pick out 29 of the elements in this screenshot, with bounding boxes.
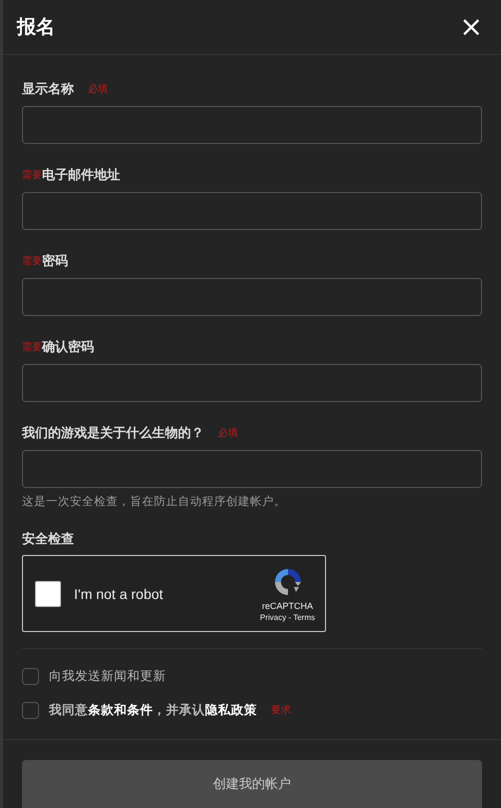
required-tag: 需要 bbox=[22, 340, 42, 354]
checkbox[interactable] bbox=[22, 702, 39, 718]
captcha-label: I'm not a robot bbox=[74, 586, 164, 602]
captcha-brand: reCAPTCHA bbox=[262, 600, 314, 610]
close-button[interactable]: × bbox=[456, 13, 487, 41]
field-label: 密码 bbox=[42, 252, 68, 270]
input-field[interactable] bbox=[22, 278, 482, 316]
create-account-button[interactable]: 创建我的帐户 bbox=[22, 760, 482, 808]
required-tag: 需要 bbox=[22, 168, 42, 182]
section-label: 安全检查 bbox=[22, 530, 75, 548]
field-label: 电子邮件地址 bbox=[42, 167, 120, 184]
captcha-links[interactable]: Privacy - Terms bbox=[260, 612, 315, 622]
input-field[interactable] bbox=[22, 450, 482, 488]
checkbox-label: 我同意条款和条件，并承认隐私政策 bbox=[49, 702, 257, 718]
required-tag: 要求 bbox=[271, 703, 291, 717]
required-tag: 必填 bbox=[218, 426, 238, 440]
input-field[interactable] bbox=[22, 364, 482, 402]
dialog-title: 报名 bbox=[17, 15, 55, 40]
field-hint: 这是一次安全检查，旨在防止自动程序创建帐户。 bbox=[22, 494, 287, 509]
checkbox-label: 向我发送新闻和更新 bbox=[49, 668, 166, 684]
field-label: 我们的游戏是关于什么生物的？ bbox=[22, 424, 204, 442]
required-tag: 需要 bbox=[22, 254, 42, 268]
input-field[interactable] bbox=[22, 106, 482, 144]
field-label: 确认密码 bbox=[42, 338, 94, 356]
captcha-checkbox[interactable] bbox=[35, 580, 61, 606]
checkbox[interactable] bbox=[22, 668, 39, 684]
field-label: 显示名称 bbox=[22, 81, 74, 98]
input-field[interactable] bbox=[22, 192, 482, 230]
required-tag: 必填 bbox=[88, 82, 108, 96]
